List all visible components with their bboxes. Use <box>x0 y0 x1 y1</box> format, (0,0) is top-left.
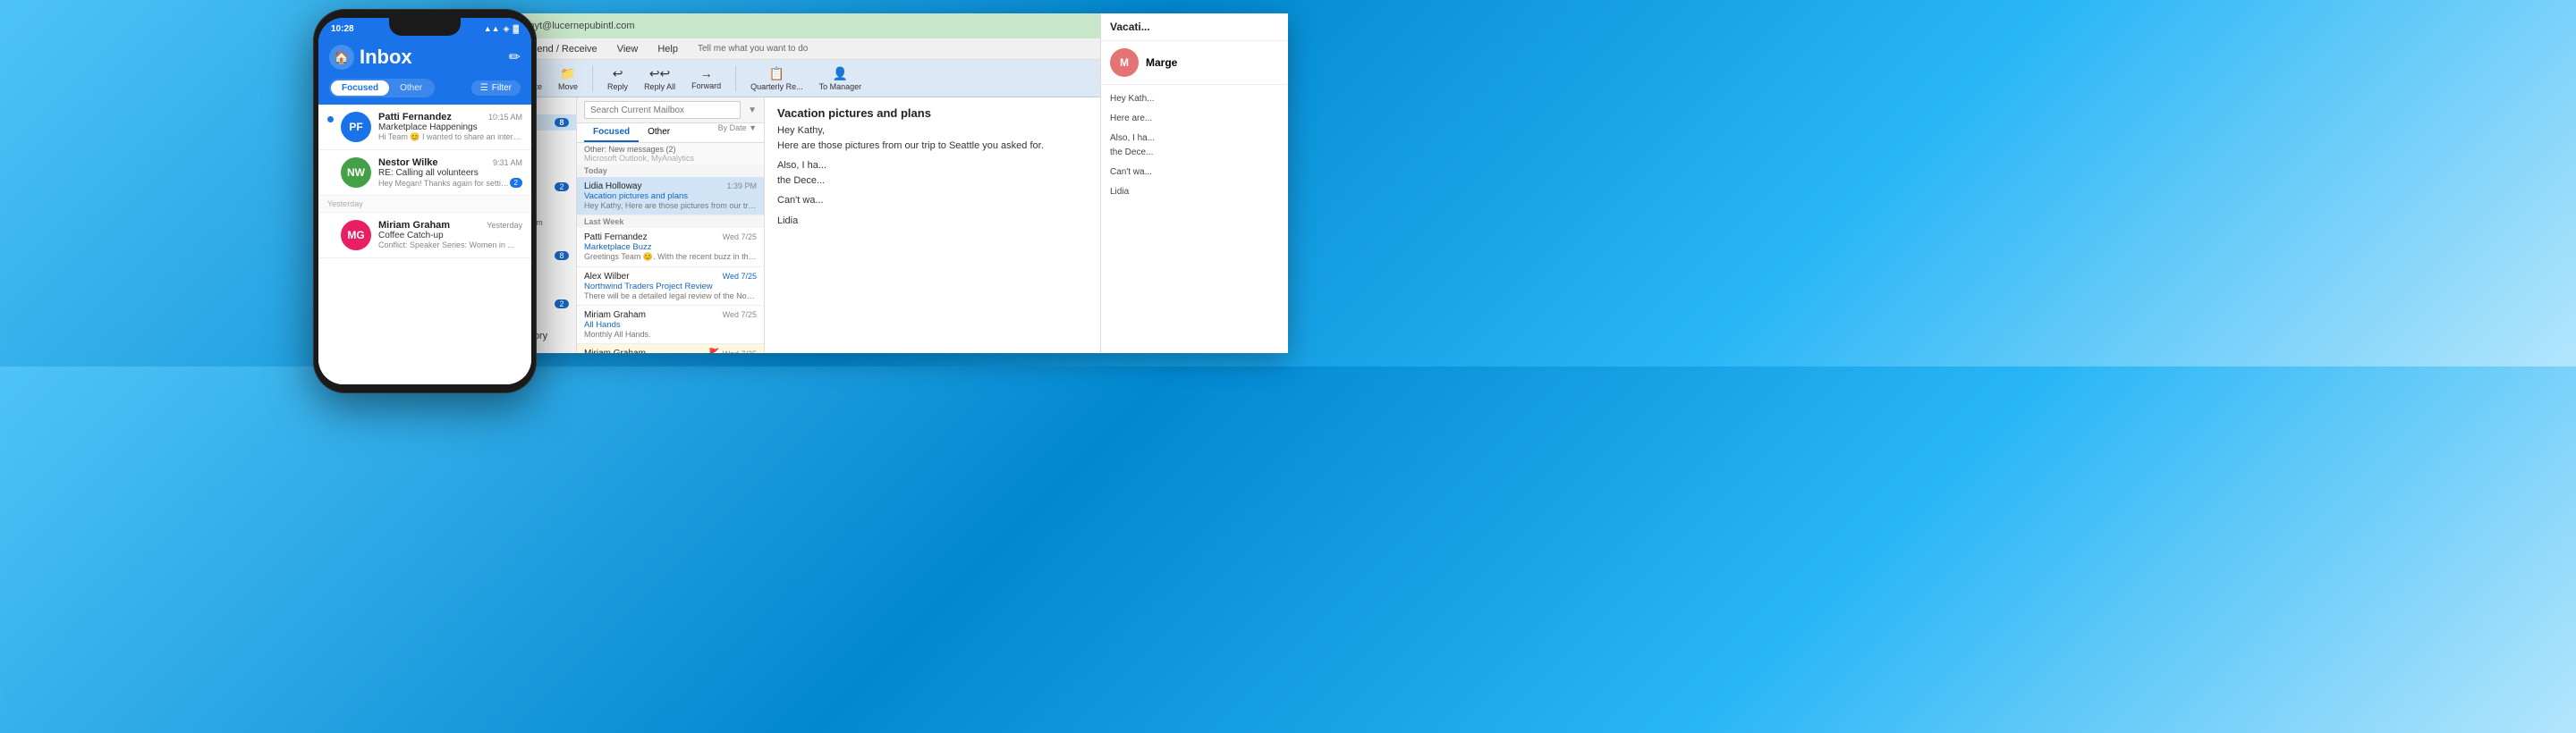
reply-button[interactable]: ↩ Reply <box>602 63 633 94</box>
forward-icon: → <box>700 66 713 80</box>
phone-unread-dot <box>327 116 334 122</box>
email-subject-lidia: Vacation pictures and plans <box>584 191 757 201</box>
phone-status-icons: ▲▲ ◈ ▓ <box>484 24 519 34</box>
ribbon-separator-3 <box>735 65 736 92</box>
inbox-badge: 8 <box>555 118 569 127</box>
email-list-header: ▼ <box>577 97 764 123</box>
menu-help[interactable]: Help <box>654 42 682 56</box>
email-preview-alex: There will be a detailed legal review of… <box>584 291 757 300</box>
phone-date-divider-yesterday: Yesterday <box>318 196 531 213</box>
phone-email-content-miriam: Miriam Graham Yesterday Coffee Catch-up … <box>378 220 522 249</box>
email-preview-patti: Greetings Team 😊. With the recent buzz i… <box>584 252 757 262</box>
right-sender-name: Marge <box>1146 56 1177 69</box>
phone-email-list: PF Patti Fernandez 10:15 AM Marketplace … <box>318 105 531 384</box>
phone-tabs-row: Focused Other ☰ Filter <box>318 79 531 105</box>
email-preview-miriam-allhands: Monthly All Hands. <box>584 330 757 339</box>
phone-email-item-miriam[interactable]: MG Miriam Graham Yesterday Coffee Catch-… <box>318 213 531 258</box>
phone-inbox-title-row: 🏠 Inbox <box>329 45 412 70</box>
battery-icon: ▓ <box>513 24 519 33</box>
email-item-alex[interactable]: Alex Wilber Wed 7/25 Northwind Traders P… <box>577 267 764 306</box>
move-button[interactable]: 📁 Move <box>553 63 583 94</box>
folder-inbox-badge: 8 <box>555 251 569 260</box>
date-group-last-week: Last Week <box>577 215 764 228</box>
folder-deleted-badge: 2 <box>555 299 569 308</box>
quarterly-review-icon: 📋 <box>769 66 784 81</box>
phone-badge-nestor: 2 <box>510 178 522 188</box>
email-item-miriam-marketing[interactable]: Miriam Graham 🚩 Wed 7/25 Marketing Strat… <box>577 344 764 353</box>
reply-all-icon: ↩↩ <box>649 66 670 81</box>
menu-send-receive[interactable]: Send / Receive <box>527 42 601 56</box>
email-sender-miriam-marketing: Miriam Graham 🚩 Wed 7/25 <box>584 349 757 353</box>
phone-tab-other[interactable]: Other <box>389 80 433 96</box>
phone-inbox-header: 🏠 Inbox ✏ <box>318 39 531 79</box>
email-item-patti[interactable]: Patti Fernandez Wed 7/25 Marketplace Buz… <box>577 228 764 267</box>
phone-avatar-nestor: NW <box>341 157 371 188</box>
reply-all-button[interactable]: ↩↩ Reply All <box>639 63 681 94</box>
right-avatar-row: M Marge <box>1101 41 1288 85</box>
current-mailbox-dropdown[interactable]: ▼ <box>748 105 757 115</box>
flag-icon: 🚩 <box>708 349 719 353</box>
email-subject-patti: Marketplace Buzz <box>584 242 757 252</box>
email-sender-alex: Alex Wilber Wed 7/25 <box>584 272 757 282</box>
email-sender-lidia: Lidia Holloway 1:39 PM <box>584 181 757 191</box>
phone-edit-icon[interactable]: ✏ <box>509 48 521 66</box>
email-item-miriam-allhands[interactable]: Miriam Graham Wed 7/25 All Hands Monthly… <box>577 306 764 344</box>
email-list: ▼ Focused Other By Date ▼ Other: New mes… <box>577 97 765 353</box>
menu-tell-me[interactable]: Tell me what you want to do <box>694 42 811 55</box>
nestor-preview-row: Hey Megan! Thanks again for setting this… <box>378 178 522 188</box>
phone-email-row1: Patti Fernandez 10:15 AM <box>378 112 522 122</box>
right-avatar-marge: M <box>1110 48 1139 77</box>
phone-email-content-patti: Patti Fernandez 10:15 AM Marketplace Hap… <box>378 112 522 142</box>
email-sender-miriam-allhands: Miriam Graham Wed 7/25 <box>584 310 757 320</box>
forward-button[interactable]: → Forward <box>686 63 726 93</box>
signal-icon: ▲▲ <box>484 24 500 33</box>
sort-by-date[interactable]: By Date ▼ <box>718 123 757 142</box>
phone-email-item-patti[interactable]: PF Patti Fernandez 10:15 AM Marketplace … <box>318 105 531 150</box>
phone-tabs-group: Focused Other <box>329 79 435 97</box>
email-preview-lidia: Hey Kathy, Here are those pictures from … <box>584 201 757 210</box>
phone-avatar-patti: PF <box>341 112 371 142</box>
to-manager-icon: 👤 <box>833 66 848 81</box>
phone-inbox-icon: 🏠 <box>329 45 354 70</box>
phone-tab-focused[interactable]: Focused <box>331 80 389 96</box>
reply-icon: ↩ <box>613 66 623 81</box>
phone-notch <box>389 18 461 36</box>
email-sender-patti: Patti Fernandez Wed 7/25 <box>584 232 757 242</box>
right-panel: Vacati... M Marge Hey Kath... Here are..… <box>1100 13 1288 353</box>
phone-email-row1-nestor: Nestor Wilke 9:31 AM <box>378 157 522 168</box>
phone-email-row1-miriam: Miriam Graham Yesterday <box>378 220 522 231</box>
email-subject-alex: Northwind Traders Project Review <box>584 282 757 291</box>
right-panel-header: Vacati... <box>1101 13 1288 41</box>
to-manager-button[interactable]: 👤 To Manager <box>814 63 868 94</box>
ribbon-separator-2 <box>592 65 593 92</box>
tab-other[interactable]: Other <box>639 123 679 142</box>
filter-icon: ☰ <box>480 83 488 93</box>
menu-view[interactable]: View <box>614 42 642 56</box>
quarterly-review-button[interactable]: 📋 Quarterly Re... <box>745 63 809 94</box>
email-subject-miriam-allhands: All Hands <box>584 320 757 330</box>
phone-time: 10:28 <box>331 24 354 34</box>
wifi-icon: ◈ <box>504 24 510 34</box>
other-messages-label: Other: New messages (2) Microsoft Outloo… <box>577 143 764 164</box>
phone-email-item-nestor[interactable]: NW Nestor Wilke 9:31 AM RE: Calling all … <box>318 150 531 196</box>
phone-inbox-title: Inbox <box>360 46 412 69</box>
deleted-badge: 2 <box>555 182 569 191</box>
focused-other-tabs: Focused Other By Date ▼ <box>577 123 764 143</box>
phone-frame: 10:28 ▲▲ ◈ ▓ 🏠 Inbox ✏ Focused Oth <box>313 9 537 393</box>
phone-filter-button[interactable]: ☰ Filter <box>471 80 521 96</box>
search-input[interactable] <box>584 101 741 119</box>
email-item-lidia[interactable]: Lidia Holloway 1:39 PM Vacation pictures… <box>577 177 764 215</box>
phone-mockup: 10:28 ▲▲ ◈ ▓ 🏠 Inbox ✏ Focused Oth <box>313 9 537 393</box>
right-panel-body: Hey Kath... Here are... Also, I ha... th… <box>1101 85 1288 206</box>
phone-avatar-miriam: MG <box>341 220 371 250</box>
move-icon: 📁 <box>560 66 575 81</box>
phone-email-content-nestor: Nestor Wilke 9:31 AM RE: Calling all vol… <box>378 157 522 188</box>
phone-screen: 10:28 ▲▲ ◈ ▓ 🏠 Inbox ✏ Focused Oth <box>318 18 531 384</box>
date-group-today: Today <box>577 164 764 177</box>
tab-focused[interactable]: Focused <box>584 123 639 142</box>
